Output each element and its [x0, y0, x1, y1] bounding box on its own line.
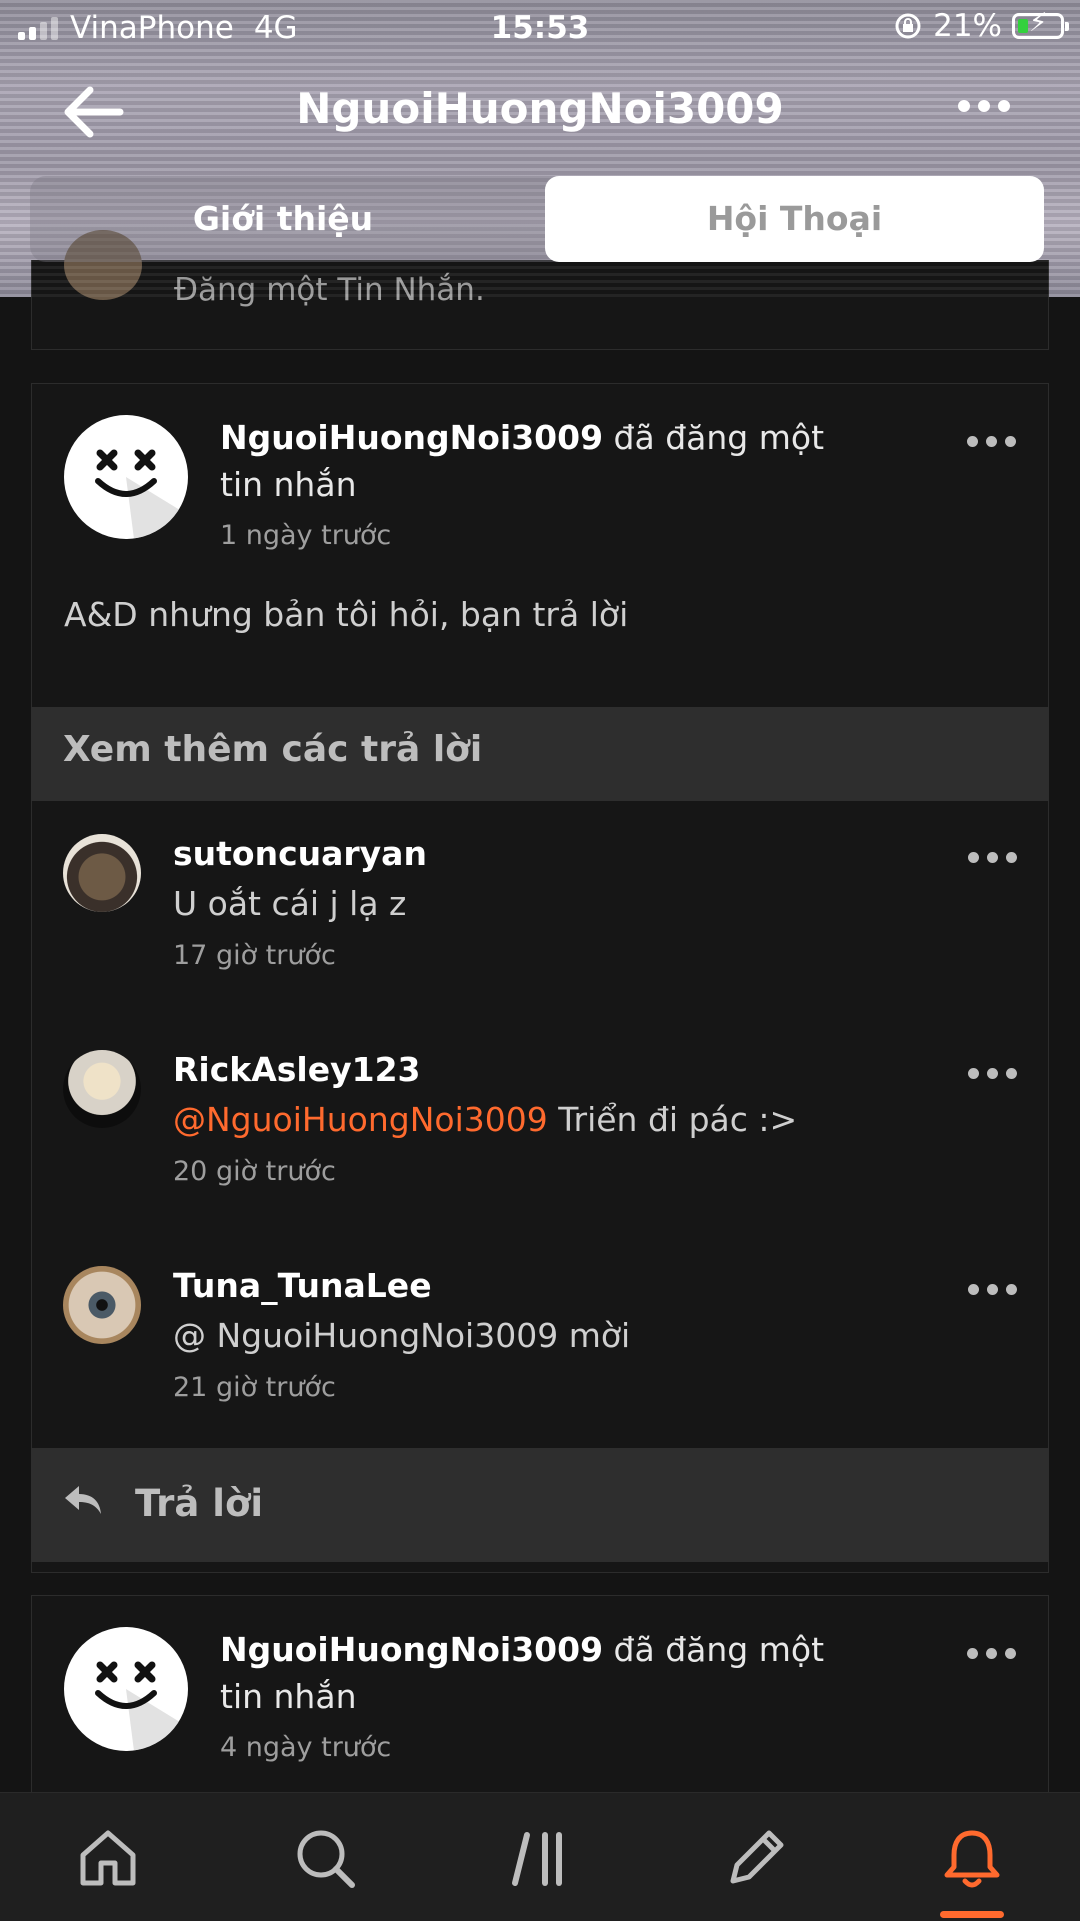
more-options-button[interactable] — [958, 100, 1010, 112]
tab-about[interactable]: Giới thiệu — [30, 176, 536, 262]
reply-author[interactable]: RickAsley123 — [173, 1050, 421, 1089]
reply-button-label: Trả lời — [135, 1482, 264, 1525]
reply-item: RickAsley123 @NguoiHuongNoi3009 Triển đi… — [31, 1050, 1049, 1250]
reply-more-button[interactable] — [968, 852, 1017, 863]
post-more-button[interactable] — [967, 1648, 1016, 1659]
partial-text: Đăng một Tin Nhắn. — [174, 272, 485, 308]
post-heading: NguoiHuongNoi3009 đã đăng một tin nhắn — [220, 414, 860, 508]
reply-time: 21 giờ trước — [173, 1372, 336, 1403]
library-icon — [512, 1832, 562, 1886]
reply-arrow-icon — [65, 1486, 101, 1514]
reply-time: 20 giờ trước — [173, 1156, 336, 1187]
reply-more-button[interactable] — [968, 1284, 1017, 1295]
marshmello-avatar-icon — [95, 1661, 188, 1751]
post-author[interactable]: NguoiHuongNoi3009 — [220, 1630, 603, 1669]
reply-author[interactable]: Tuna_TunaLee — [173, 1266, 432, 1305]
avatar[interactable] — [64, 1627, 188, 1751]
tab-bar: Giới thiệu Hội Thoại — [30, 176, 1044, 262]
tab-conversations[interactable]: Hội Thoại — [545, 176, 1044, 262]
reply-body: @ NguoiHuongNoi3009 mời — [173, 1316, 631, 1355]
marshmello-avatar-icon — [95, 449, 188, 539]
nav-library[interactable] — [505, 1823, 575, 1893]
reply-item: Tuna_TunaLee @ NguoiHuongNoi3009 mời 21 … — [31, 1266, 1049, 1466]
rotation-lock-icon — [895, 13, 921, 39]
avatar[interactable] — [64, 415, 188, 539]
post-body: A&D nhưng bản tôi hỏi, bạn trả lời — [64, 595, 629, 634]
view-more-replies-label: Xem thêm các trả lời — [63, 729, 483, 770]
reply-more-button[interactable] — [968, 1068, 1017, 1079]
reply-text: U oắt cái j lạ z — [173, 884, 406, 923]
reply-body: U oắt cái j lạ z — [173, 884, 407, 923]
nav-notifications[interactable] — [937, 1823, 1007, 1893]
reply-text: @ NguoiHuongNoi3009 mời — [173, 1316, 630, 1355]
reply-time: 17 giờ trước — [173, 940, 336, 971]
nav-home[interactable] — [73, 1823, 143, 1893]
post-time: 4 ngày trước — [220, 1732, 392, 1763]
profile-header: VinaPhone 4G 15:53 21% ⚡ NguoiHuongNoi30… — [0, 0, 1080, 297]
post-author[interactable]: NguoiHuongNoi3009 — [220, 418, 603, 457]
nav-write[interactable] — [721, 1823, 791, 1893]
search-icon — [297, 1830, 355, 1888]
battery-percent: 21% — [933, 8, 1002, 44]
bell-icon — [944, 1830, 1000, 1888]
reply-author[interactable]: sutoncuaryan — [173, 834, 427, 873]
reply-item: sutoncuaryan U oắt cái j lạ z 17 giờ trư… — [31, 834, 1049, 1034]
active-tab-indicator — [940, 1911, 1004, 1918]
view-more-replies-button[interactable]: Xem thêm các trả lời — [31, 707, 1049, 801]
post-time: 1 ngày trước — [220, 520, 392, 551]
reply-button[interactable]: Trả lời — [31, 1448, 1049, 1562]
reply-body: Triển đi pác :> — [547, 1100, 798, 1139]
post-heading: NguoiHuongNoi3009 đã đăng một tin nhắn — [220, 1626, 860, 1720]
nav-search[interactable] — [290, 1823, 360, 1893]
page-title: NguoiHuongNoi3009 — [296, 84, 784, 133]
reply-text: @NguoiHuongNoi3009 Triển đi pác :> — [173, 1100, 797, 1139]
avatar[interactable] — [63, 834, 141, 912]
avatar[interactable] — [63, 1266, 141, 1344]
avatar[interactable] — [63, 1050, 141, 1128]
status-bar: VinaPhone 4G 15:53 21% ⚡ — [0, 0, 1080, 54]
reply-mention[interactable]: @NguoiHuongNoi3009 — [173, 1100, 548, 1139]
pencil-icon — [730, 1830, 784, 1884]
battery-icon: ⚡ — [1012, 10, 1069, 39]
bottom-nav — [0, 1792, 1080, 1921]
home-icon — [80, 1830, 136, 1886]
post-more-button[interactable] — [967, 436, 1016, 447]
partial-post-card: Đăng một Tin Nhắn. — [31, 230, 1049, 350]
